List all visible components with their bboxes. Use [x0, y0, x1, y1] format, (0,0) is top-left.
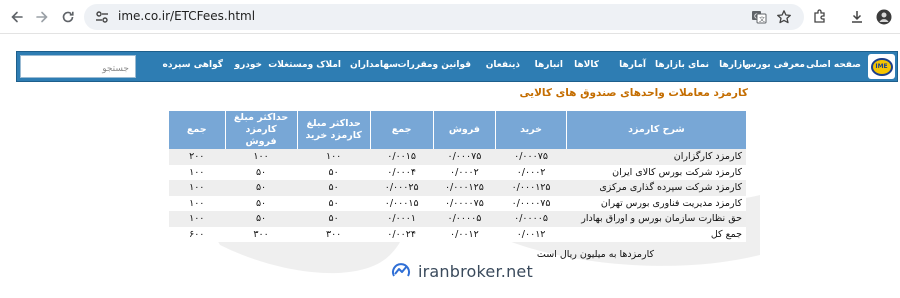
table-row: کارمزد شرکت سپرده گذاری مرکزی ۰/۰۰۰۱۲۵ ۰…	[168, 180, 746, 196]
search-input[interactable]	[21, 58, 135, 80]
table-cell: کارمزد مدیریت فناوری بورس تهران	[566, 195, 746, 211]
extensions-icon[interactable]	[812, 9, 828, 25]
table-cell: ۰/۰۰۰۴	[370, 164, 434, 180]
menu-item-commodities[interactable]: کالاها	[574, 60, 599, 70]
header-max-sell-fee: حداکثر مبلغ کارمزد فروش	[224, 111, 298, 149]
reload-icon[interactable]	[57, 6, 79, 28]
table-cell: ۱۰۰	[225, 149, 298, 165]
table-cell: کارمزد شرکت بورس کالای ایران	[566, 164, 746, 180]
table-cell: ۰/۰۰۰۱۵	[370, 195, 434, 211]
table-cell: ۰/۰۰۰۱۲۵	[495, 180, 567, 196]
table-row: کارمزد شرکت بورس کالای ایران ۰/۰۰۰۲ ۰/۰۰…	[168, 164, 746, 180]
translate-icon[interactable]: G 文	[751, 9, 767, 25]
browser-toolbar: ime.co.ir/ETCFees.html G 文	[0, 0, 900, 34]
table-cell: ۰/۰۰۱۲	[495, 226, 567, 242]
menu-item-real-estate[interactable]: املاک ومستغلات	[268, 60, 341, 70]
table-cell: ۵۰	[297, 164, 371, 180]
chart-trend-icon	[392, 263, 410, 277]
table-cell: ۱۰۰	[297, 149, 371, 165]
menu-item-markets[interactable]: بازارها	[719, 60, 749, 70]
table-cell: ۶۰۰	[168, 226, 225, 242]
header-total: جمع	[369, 111, 434, 149]
table-row-total: جمع کل ۰/۰۰۱۲ ۰/۰۰۱۲ ۰/۰۰۲۴ ۳۰۰ ۳۰۰ ۶۰۰	[168, 226, 746, 242]
header-fee-description: شرح کارمزد	[565, 111, 746, 149]
table-cell: ۰/۰۰۰۲	[433, 164, 496, 180]
page-title: کارمزد معاملات واحدهای صندوق های کالایی	[519, 87, 748, 99]
table-cell: ۰/۰۰۱۲	[433, 226, 496, 242]
table-cell: حق نظارت سازمان بورس و اوراق بهادار	[566, 211, 746, 227]
table-cell: ۱۰۰	[168, 211, 225, 227]
table-cell: ۰/۰۰۰۲	[495, 164, 567, 180]
table-cell: ۵۰	[297, 211, 371, 227]
table-row: کارمزد کارگزاران ۰/۰۰۰۷۵ ۰/۰۰۰۷۵ ۰/۰۰۱۵ …	[168, 149, 746, 165]
menu-item-automobile[interactable]: خودرو	[234, 60, 262, 70]
profile-avatar-icon[interactable]	[876, 9, 892, 25]
table-cell: ۰/۰۰۰۰۷۵	[495, 195, 567, 211]
svg-text:文: 文	[759, 16, 765, 24]
logo-mark: IME	[870, 57, 893, 76]
menu-item-about-exchange[interactable]: معرفی بورس	[744, 60, 805, 70]
menu-item-warehouses[interactable]: انبارها	[535, 60, 563, 70]
menu-item-shareholders[interactable]: سهامداران	[350, 60, 398, 70]
page-content: IME صفحه اصلی معرفی بورس بازارها نمای با…	[0, 35, 900, 298]
table-cell: ۲۰۰	[168, 149, 225, 165]
menu-item-home[interactable]: صفحه اصلی	[806, 60, 861, 70]
main-menu-bar: IME صفحه اصلی معرفی بورس بازارها نمای با…	[16, 51, 898, 82]
table-cell: ۱۰۰	[168, 164, 225, 180]
table-cell: جمع کل	[566, 226, 746, 242]
table-cell: ۰/۰۰۰۱۲۵	[433, 180, 496, 196]
table-cell: ۳۰۰	[297, 226, 371, 242]
table-cell: ۰/۰۰۰۰۵	[495, 211, 567, 227]
table-cell: کارمزد کارگزاران	[566, 149, 746, 165]
table-header-row: شرح کارمزد خرید فروش جمع حداکثر مبلغ کار…	[168, 111, 746, 149]
table-row: حق نظارت سازمان بورس و اوراق بهادار ۰/۰۰…	[168, 211, 746, 227]
table-cell: ۵۰	[225, 195, 298, 211]
download-icon[interactable]	[849, 9, 865, 25]
table-cell: کارمزد شرکت سپرده گذاری مرکزی	[566, 180, 746, 196]
table-cell: ۰/۰۰۰۱	[370, 211, 434, 227]
table-cell: ۰/۰۰۰۷۵	[495, 149, 567, 165]
fees-table: شرح کارمزد خرید فروش جمع حداکثر مبلغ کار…	[168, 111, 746, 242]
back-icon[interactable]	[6, 6, 28, 28]
menu-item-rules[interactable]: قوانین ومقررات	[398, 60, 471, 70]
units-note: کارمزدها به میلیون ریال است	[536, 249, 654, 260]
site-settings-icon[interactable]	[94, 9, 110, 25]
table-cell: ۵۰	[297, 195, 371, 211]
forward-icon[interactable]	[31, 6, 53, 28]
address-bar[interactable]: ime.co.ir/ETCFees.html G 文	[84, 4, 804, 30]
watermark-text: iranbroker.net	[418, 261, 533, 281]
ime-logo[interactable]: IME	[868, 54, 895, 79]
table-cell: ۰/۰۰۲۴	[370, 226, 434, 242]
watermark: iranbroker.net	[390, 260, 533, 282]
table-cell: ۱۰۰	[168, 195, 225, 211]
table-cell: ۰/۰۰۰۰۵	[433, 211, 496, 227]
table-row: کارمزد مدیریت فناوری بورس تهران ۰/۰۰۰۰۷۵…	[168, 195, 746, 211]
table-cell: ۰/۰۰۱۵	[370, 149, 434, 165]
table-cell: ۵۰	[225, 180, 298, 196]
menu-item-market-view[interactable]: نمای بازارها	[655, 60, 709, 70]
menu-item-statistics[interactable]: آمارها	[619, 60, 646, 70]
table-cell: ۵۰	[225, 211, 298, 227]
url-text: ime.co.ir/ETCFees.html	[118, 9, 256, 23]
table-cell: ۰/۰۰۰۰۷۵	[433, 195, 496, 211]
table-cell: ۵۰	[225, 164, 298, 180]
bookmark-star-icon[interactable]	[776, 9, 792, 25]
header-buy: خرید	[495, 111, 567, 149]
header-max-total: جمع	[168, 111, 225, 149]
table-cell: ۰/۰۰۰۷۵	[433, 149, 496, 165]
table-cell: ۰/۰۰۰۲۵	[370, 180, 434, 196]
menu-item-stakeholders[interactable]: ذینفعان	[486, 60, 520, 70]
table-cell: ۱۰۰	[168, 180, 225, 196]
search-box[interactable]	[20, 55, 136, 80]
header-sell: فروش	[432, 111, 496, 149]
table-cell: ۵۰	[297, 180, 371, 196]
table-cell: ۳۰۰	[225, 226, 298, 242]
menu-item-deposit-certificate[interactable]: گواهی سپرده	[163, 60, 224, 70]
header-max-buy-fee: حداکثر مبلغ کارمزد خرید	[296, 111, 371, 149]
